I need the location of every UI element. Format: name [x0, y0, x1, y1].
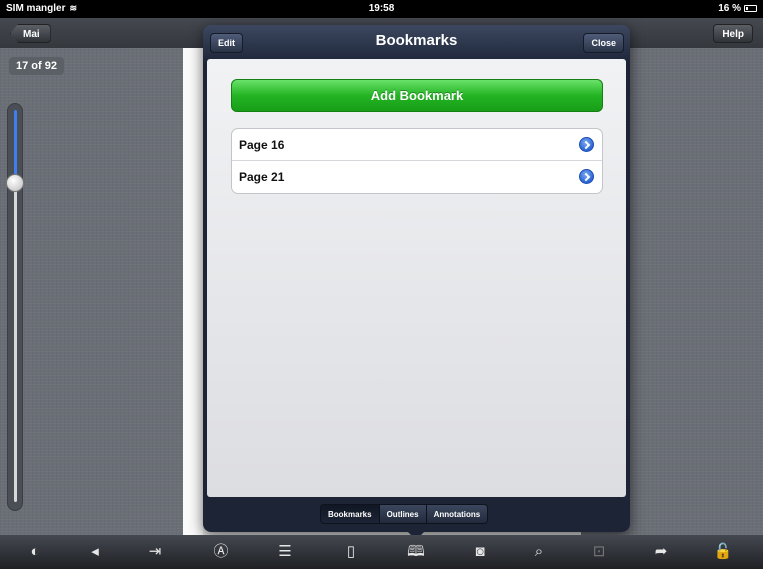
previous-icon[interactable]: ◂: [84, 542, 106, 562]
bottom-toolbar: ◐ ◂ ⇥ Ⓐ ☰ ▯ 🕮 ◙ ⌕ ⊡ ➦ 🔓: [0, 535, 763, 569]
clock: 19:58: [368, 3, 395, 14]
battery-icon: [744, 5, 757, 12]
panel-segmented-control: Bookmarks Outlines Annotations: [320, 504, 489, 524]
disclosure-icon[interactable]: [579, 169, 594, 184]
battery-indicator: 16 %: [718, 3, 757, 14]
tab-annotations[interactable]: Annotations: [426, 505, 488, 523]
bookmark-label: Page 21: [239, 170, 285, 184]
bookmarks-panel: Add Bookmark Page 16 Page 21: [207, 59, 626, 497]
brightness-icon[interactable]: ◐: [24, 542, 46, 562]
list-item[interactable]: Page 16: [232, 129, 602, 161]
single-page-icon[interactable]: ▯: [340, 542, 362, 562]
page-slider-thumb[interactable]: [6, 174, 24, 192]
page-slider-fill: [14, 110, 17, 182]
status-bar: SIM mangler ≋ 19:58 16 %: [0, 0, 763, 18]
text-icon[interactable]: Ⓐ: [210, 542, 232, 562]
lock-icon[interactable]: 🔓: [712, 542, 734, 562]
scroll-icon[interactable]: ☰: [274, 542, 296, 562]
disclosure-icon[interactable]: [579, 137, 594, 152]
fit-icon[interactable]: ⊡: [588, 542, 610, 562]
tab-outlines[interactable]: Outlines: [379, 505, 427, 523]
tab-bookmarks[interactable]: Bookmarks: [321, 505, 380, 523]
popover-title: Bookmarks: [375, 32, 458, 49]
back-button[interactable]: Mai: [10, 24, 51, 43]
goto-page-icon[interactable]: ⇥: [144, 542, 166, 562]
share-icon[interactable]: ➦: [650, 542, 672, 562]
thumbnails-icon[interactable]: ◙: [469, 542, 491, 562]
document-page-edge: [183, 48, 203, 535]
bookmark-list: Page 16 Page 21: [231, 128, 603, 194]
help-button[interactable]: Help: [713, 24, 753, 43]
page-slider-rest: [14, 182, 17, 502]
close-button[interactable]: Close: [583, 33, 624, 53]
list-item[interactable]: Page 21: [232, 161, 602, 193]
page-indicator: 17 of 92: [9, 57, 64, 75]
bookmarks-popover: Edit Bookmarks Close Add Bookmark Page 1…: [203, 25, 630, 532]
bookmarks-icon[interactable]: 🕮: [405, 542, 427, 562]
search-icon[interactable]: ⌕: [528, 542, 550, 562]
bookmark-label: Page 16: [239, 138, 285, 152]
add-bookmark-button[interactable]: Add Bookmark: [231, 79, 603, 112]
